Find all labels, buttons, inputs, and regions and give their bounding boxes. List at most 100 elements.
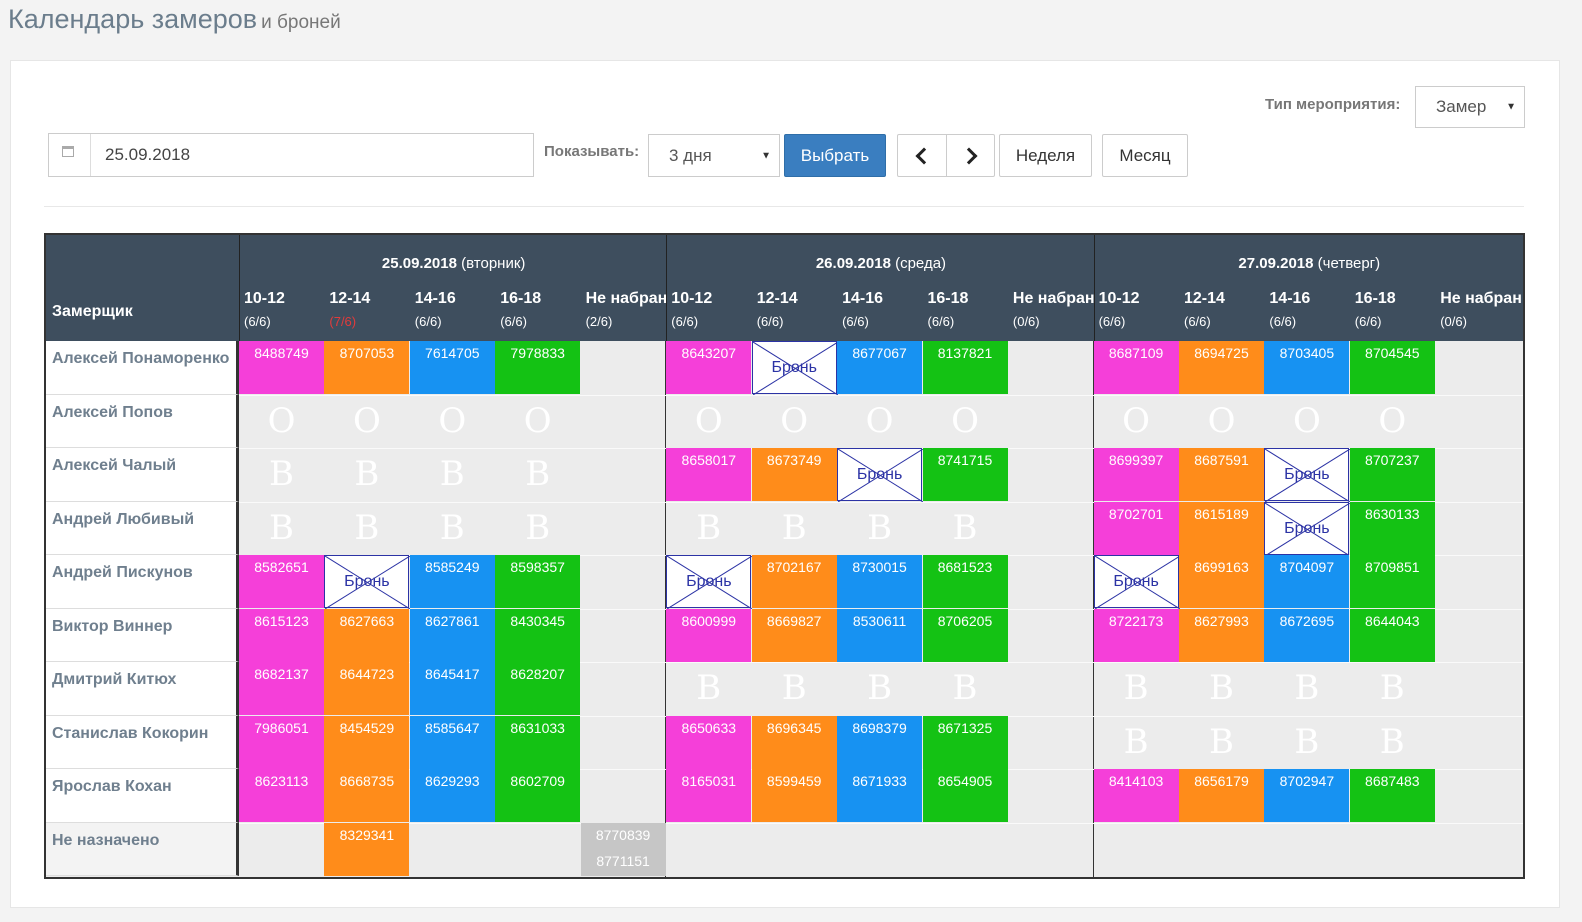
- order-cell[interactable]: 8600999: [666, 608, 752, 662]
- next-button[interactable]: [946, 134, 995, 177]
- order-cell[interactable]: 8654905: [922, 769, 1008, 822]
- order-cell[interactable]: 8598357: [495, 555, 581, 608]
- order-cell[interactable]: 8585647: [409, 715, 495, 769]
- order-cell[interactable]: 8671933: [837, 769, 923, 822]
- order-cell[interactable]: 8645417: [409, 662, 495, 715]
- order-cell[interactable]: 8703405: [1264, 341, 1350, 394]
- booking-cell[interactable]: Бронь: [1264, 448, 1351, 502]
- order-cell[interactable]: 8627993: [1179, 608, 1264, 662]
- order-cell[interactable]: 8644043: [1349, 608, 1435, 662]
- order-cell[interactable]: 8631033: [495, 715, 581, 769]
- order-cell[interactable]: 8628207: [495, 662, 581, 715]
- slot-time: 12-14: [756, 290, 798, 307]
- day-weekday: (среда): [890, 255, 947, 272]
- week-button[interactable]: Неделя: [999, 134, 1092, 177]
- order-number: 8600999: [681, 612, 737, 629]
- order-cell[interactable]: 8165031: [666, 769, 752, 822]
- order-cell[interactable]: 8702167: [751, 555, 837, 608]
- select-button[interactable]: Выбрать: [784, 134, 886, 177]
- booking-cell[interactable]: Бронь: [324, 555, 411, 609]
- order-cell[interactable]: 8694725: [1179, 341, 1264, 394]
- order-cell[interactable]: 8585249: [409, 555, 495, 608]
- prev-button[interactable]: [897, 134, 947, 177]
- page-subtitle: и броней: [261, 12, 341, 33]
- order-cell[interactable]: 8696345: [751, 715, 837, 769]
- measurer-name-cell: Алексей Чалый: [46, 448, 239, 502]
- order-cell[interactable]: 8488749: [239, 341, 324, 394]
- order-cell[interactable]: 8673749: [751, 448, 837, 501]
- order-cell[interactable]: 8582651: [239, 555, 324, 608]
- booking-cell[interactable]: Бронь: [1264, 501, 1351, 556]
- order-cell[interactable]: 8615123: [239, 608, 324, 662]
- status-mark: В: [952, 507, 978, 548]
- event-type-select[interactable]: Замер ▼: [1415, 86, 1525, 128]
- order-cell[interactable]: 8627861: [409, 608, 495, 662]
- order-cell[interactable]: 8698379: [837, 715, 923, 769]
- order-cell[interactable]: 8671325: [922, 715, 1008, 769]
- order-cell[interactable]: 8656179: [1179, 769, 1264, 822]
- order-cell[interactable]: 8730015: [837, 555, 923, 608]
- row-divider: [239, 822, 1523, 824]
- order-cell[interactable]: 7978833: [495, 341, 581, 394]
- days-select[interactable]: 3 дня ▼: [648, 134, 780, 177]
- order-cell[interactable]: 8704545: [1349, 341, 1435, 394]
- order-cell[interactable]: 8615189: [1179, 501, 1264, 555]
- order-cell[interactable]: 8704097: [1264, 555, 1350, 608]
- order-cell[interactable]: 7614705: [409, 341, 495, 394]
- order-cell[interactable]: 8722173: [1093, 608, 1179, 662]
- order-cell[interactable]: 8414103: [1093, 769, 1179, 822]
- booking-cell[interactable]: Бронь: [1093, 555, 1180, 609]
- order-cell[interactable]: 8681523: [922, 555, 1008, 608]
- order-cell[interactable]: 8602709: [495, 769, 581, 822]
- status-mark: В: [1123, 668, 1149, 708]
- booking-cell[interactable]: Бронь: [666, 555, 753, 609]
- order-cell[interactable]: 8630133: [1349, 501, 1435, 555]
- booking-cell[interactable]: Бронь: [837, 448, 924, 502]
- order-cell[interactable]: 8707053: [324, 341, 410, 394]
- order-cell[interactable]: 8629293: [409, 769, 495, 822]
- order-cell[interactable]: 8668735: [324, 769, 410, 822]
- order-cell[interactable]: 8741715: [922, 448, 1008, 501]
- order-cell[interactable]: 8672695: [1264, 608, 1350, 662]
- order-cell[interactable]: 8658017: [666, 448, 752, 501]
- order-cell[interactable]: 8770839 8771151: [580, 822, 666, 876]
- order-cell[interactable]: 8644723: [324, 662, 410, 715]
- order-cell[interactable]: 8702947: [1264, 769, 1350, 822]
- order-cell[interactable]: 8430345: [495, 608, 581, 662]
- order-number: 7986051: [254, 719, 309, 736]
- status-mark: В: [439, 454, 465, 494]
- order-cell[interactable]: 8650633: [666, 715, 752, 769]
- order-cell[interactable]: 8677067: [837, 341, 923, 394]
- order-cell[interactable]: 8682137: [239, 662, 324, 715]
- order-cell[interactable]: 8623113: [239, 769, 324, 822]
- order-cell[interactable]: 8627663: [324, 608, 410, 662]
- order-cell[interactable]: 8687591: [1179, 448, 1264, 501]
- month-button[interactable]: Месяц: [1102, 134, 1188, 177]
- order-cell[interactable]: 8707237: [1349, 448, 1435, 501]
- order-cell[interactable]: 8329341: [324, 822, 410, 876]
- slot-header: 14-16 (6/6): [842, 290, 883, 329]
- order-cell[interactable]: 8706205: [922, 608, 1008, 662]
- order-cell[interactable]: 8669827: [751, 608, 837, 662]
- chevron-left-icon: [915, 147, 933, 164]
- order-cell[interactable]: 8687483: [1349, 769, 1435, 822]
- order-cell[interactable]: 8599459: [751, 769, 837, 822]
- date-input[interactable]: 25.09.2018: [48, 133, 534, 177]
- status-mark: В: [781, 507, 807, 548]
- order-cell[interactable]: 8699397: [1093, 448, 1179, 501]
- order-cell[interactable]: 7986051: [239, 715, 324, 769]
- measurer-name-cell: Дмитрий Китюх: [46, 662, 239, 716]
- order-cell[interactable]: 8454529: [324, 715, 410, 769]
- calendar-icon[interactable]: [49, 134, 91, 176]
- order-cell[interactable]: 8687109: [1093, 341, 1179, 394]
- order-cell[interactable]: 8709851: [1349, 555, 1435, 608]
- order-cell[interactable]: 8643207: [666, 341, 752, 394]
- order-cell[interactable]: 8137821: [922, 341, 1008, 394]
- order-number: 8668735: [339, 773, 395, 789]
- order-cell[interactable]: 8699163: [1179, 555, 1264, 608]
- slot-time: 10-12: [1098, 290, 1140, 307]
- order-cell[interactable]: 8702701: [1093, 501, 1179, 555]
- order-cell[interactable]: 8530611: [837, 608, 923, 662]
- booking-cell[interactable]: Бронь: [751, 341, 838, 395]
- slot-header: 10-12 (6/6): [671, 290, 712, 329]
